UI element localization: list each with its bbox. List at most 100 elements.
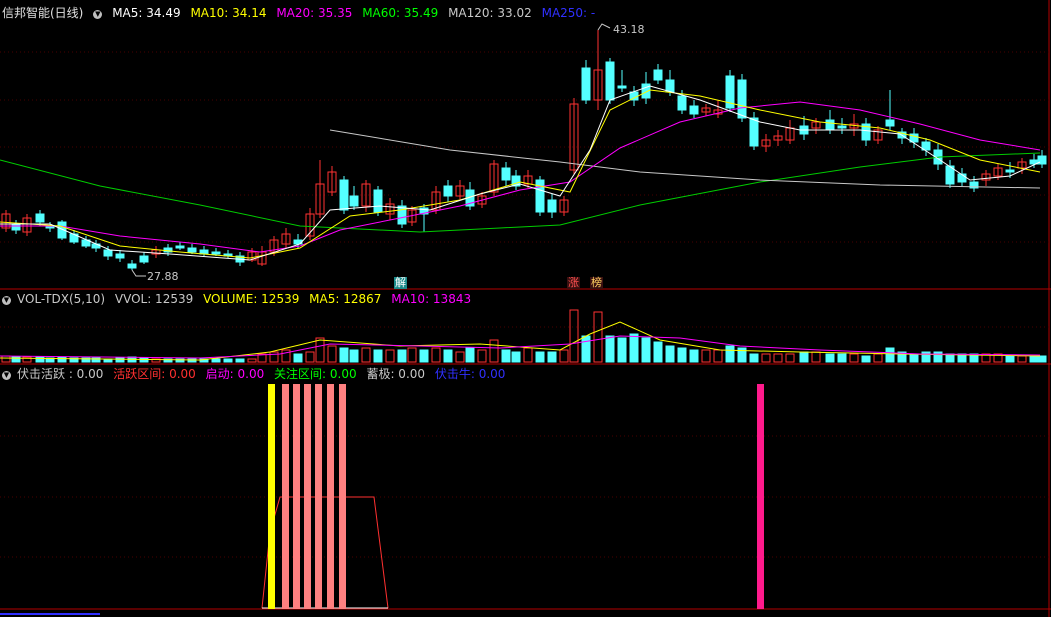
volume-bar (799, 351, 809, 363)
volume-bar (653, 341, 663, 363)
volume-bar (327, 345, 337, 363)
volume-bar (641, 337, 651, 363)
ma250-label: MA250: - (541, 6, 596, 20)
volume-bar (247, 358, 257, 363)
candle-body (837, 125, 847, 129)
volume-bar (785, 353, 795, 363)
volume-bar (773, 353, 783, 363)
volume-bar (385, 349, 395, 363)
unlock-tag[interactable]: 解 (394, 277, 407, 289)
active-bar (327, 384, 334, 609)
launch-bar (268, 384, 275, 609)
ma5-line (0, 85, 1041, 261)
volume-bar (1, 355, 11, 363)
volume-bar (713, 349, 723, 363)
ma10-label: MA10: 34.14 (190, 6, 267, 20)
candle-body (535, 179, 545, 213)
ambush-bar (757, 384, 764, 609)
ma60-label: MA60: 35.49 (362, 6, 439, 20)
stock-chart[interactable] (0, 0, 1051, 617)
vol-ma5-label: MA5: 12867 (309, 292, 382, 306)
candle-body (103, 249, 113, 257)
ma20-label: MA20: 35.35 (276, 6, 353, 20)
stock-title: 信邦智能(日线) (2, 6, 84, 20)
ranking-tag[interactable]: 榜 (590, 277, 603, 289)
volume-bar (811, 351, 821, 363)
candle-body (443, 185, 453, 197)
active-bar (304, 384, 311, 609)
volume-bar (605, 335, 615, 363)
candle-body (187, 247, 197, 253)
volume-bar (477, 349, 487, 363)
volume-bar (455, 351, 465, 363)
volume-bar (431, 347, 441, 363)
candle-body (617, 85, 627, 89)
candle-body (211, 251, 221, 255)
candle-body (139, 255, 149, 263)
volume-bar (361, 347, 371, 363)
indicator-legend: ▼ 伏击活跃 : 0.00 活跃区间: 0.00 启动: 0.00 关注区间: 0… (0, 366, 511, 382)
volume-bar (629, 333, 639, 363)
volume-bar (701, 349, 711, 363)
volume-bar (511, 351, 521, 363)
active-bar (282, 384, 289, 609)
volume-bar (419, 349, 429, 363)
volume-bar (223, 358, 233, 363)
volume-bar (465, 347, 475, 363)
volume-bar (535, 351, 545, 363)
volume-bar (269, 351, 279, 363)
candle-body (501, 167, 511, 181)
candle-body (749, 117, 759, 147)
indicator-title: 伏击活跃 : 0.00 (17, 367, 104, 381)
volume-bar (873, 353, 883, 363)
ma60-line (0, 152, 1041, 233)
volume-bar (581, 335, 591, 363)
candle-body (737, 79, 747, 119)
candle-body (91, 243, 101, 249)
volume-bar (1029, 355, 1039, 363)
volume-bar (349, 349, 359, 363)
candle-body (581, 67, 591, 101)
volume-bar (617, 337, 627, 363)
volume-bar (293, 353, 303, 363)
volume-bar (57, 356, 67, 363)
launch-label: 启动: 0.00 (205, 367, 265, 381)
volume-bar (849, 353, 859, 363)
vol-title: VOL-TDX(5,10) (17, 292, 106, 306)
candle-body (127, 263, 137, 269)
active-bar (315, 384, 322, 609)
volume-bar (1037, 355, 1047, 363)
active-bar (339, 384, 346, 609)
volume-bar (825, 353, 835, 363)
volume-label: VOLUME: 12539 (203, 292, 300, 306)
candle-body (339, 179, 349, 211)
ambush-bull-label: 伏击牛: 0.00 (434, 367, 506, 381)
volume-bar (235, 358, 245, 363)
chevron-down-icon[interactable]: ▼ (2, 296, 11, 305)
chevron-down-icon[interactable]: ▼ (93, 10, 103, 19)
low-marker (131, 269, 146, 277)
high-price-label: 43.18 (613, 23, 645, 36)
active-bar (293, 384, 300, 609)
high-marker (597, 23, 611, 31)
volume-bar (443, 349, 453, 363)
volume-bar (749, 353, 759, 363)
volume-bar (559, 349, 569, 363)
candle-body (11, 223, 21, 231)
vvol-label: VVOL: 12539 (114, 292, 194, 306)
active-range-line (261, 496, 389, 609)
volume-bar (407, 347, 417, 363)
ma5-label: MA5: 34.49 (112, 6, 181, 20)
chevron-down-icon[interactable]: ▼ (2, 371, 11, 380)
accumulate-label: 蓄极: 0.00 (366, 367, 426, 381)
candle-body (665, 79, 675, 93)
candle-body (35, 213, 45, 223)
limit-up-tag[interactable]: 涨 (567, 277, 580, 289)
volume-bar (677, 347, 687, 363)
candle-body (689, 105, 699, 115)
volume-bar (1017, 355, 1027, 363)
volume-bar (593, 311, 603, 363)
candle-body (373, 189, 383, 213)
volume-bar (547, 351, 557, 363)
volume-bar (115, 357, 125, 363)
